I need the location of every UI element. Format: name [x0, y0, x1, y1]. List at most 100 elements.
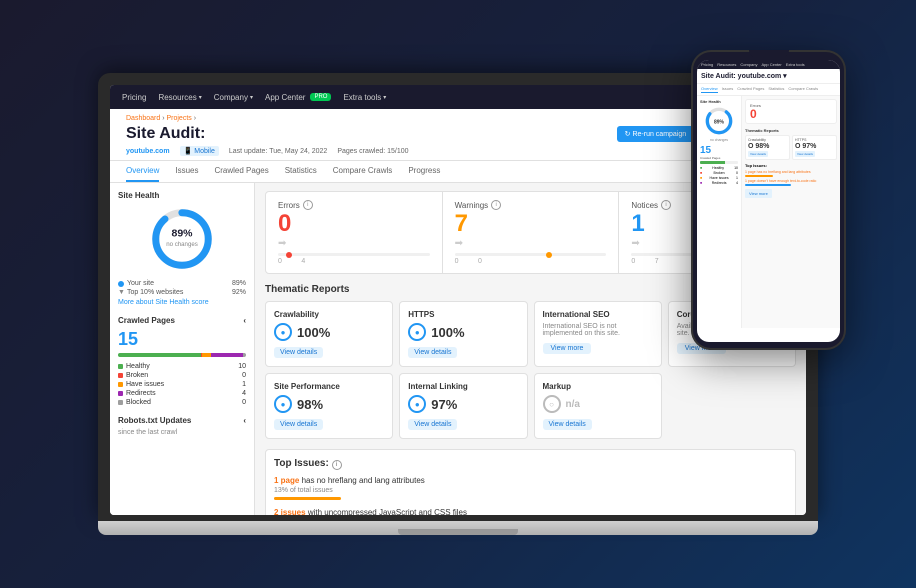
phone-tab-compare[interactable]: Compare Crawls — [788, 86, 818, 93]
crawled-legend: Healthy 10 Broken — [118, 363, 246, 406]
site-url[interactable]: youtube.com — [126, 148, 170, 155]
warnings-label-text: Warnings — [455, 201, 489, 210]
robots-sub: since the last crawl — [118, 429, 246, 436]
tab-statistics[interactable]: Statistics — [285, 161, 317, 182]
crawlability-view-btn[interactable]: View details — [274, 347, 323, 358]
your-site-label: Your site — [127, 280, 154, 287]
phone-view-more-btn[interactable]: View more — [745, 189, 772, 198]
redirects-value: 4 — [242, 390, 246, 397]
nav-pricing-label: Pricing — [122, 93, 146, 102]
phone-crawled-label: Crawled Pages — [700, 156, 738, 160]
tab-crawled-pages[interactable]: Crawled Pages — [214, 161, 268, 182]
phone-view-https[interactable]: View details — [795, 151, 815, 157]
phone-legend-healthy-dot: ■ — [700, 166, 702, 170]
errors-label: Errors i — [278, 200, 430, 210]
phone-tab-overview[interactable]: Overview — [701, 86, 718, 93]
phone-tabs: Overview Issues Crawled Pages Statistics… — [697, 84, 840, 96]
phone-legend-issues: ■ Have issues 1 — [700, 176, 738, 180]
top-issues-label: Top Issues: — [274, 458, 329, 469]
report-https: HTTPS ● 100% View details — [399, 301, 527, 367]
report-https-body: ● 100% — [408, 323, 518, 341]
top-issues-title: Top Issues: i — [274, 458, 787, 470]
crawled-pages-label: Crawled Pages — [118, 316, 175, 325]
phone-device: Pricing Resources Company App Center Ext… — [691, 50, 846, 350]
phone-legend-healthy-label: Healthy — [712, 166, 724, 170]
phone-tab-issues[interactable]: Issues — [722, 86, 734, 93]
phone-legend-redirects: ■ Redirects 4 — [700, 181, 738, 185]
have-issues-square — [118, 382, 123, 387]
warnings-value: 7 — [455, 212, 607, 236]
warnings-arrow: ➡ — [455, 238, 463, 249]
report-linking-body: ● 97% — [408, 395, 518, 413]
mini-bar — [118, 353, 246, 357]
phone-issue-2: 1 page doesn't have enough text-to-code … — [745, 179, 837, 186]
laptop-base — [98, 521, 818, 535]
errors-prev-val: 4 — [301, 258, 305, 265]
site-health-title: Site Health — [118, 191, 246, 200]
phone-tab-stats[interactable]: Statistics — [768, 86, 784, 93]
blocked-square — [118, 400, 123, 405]
notices-prev-label: 0 — [631, 258, 635, 265]
tab-compare-crawls[interactable]: Compare Crawls — [333, 161, 393, 182]
issue-2-link[interactable]: 2 issues — [274, 508, 306, 515]
errors-info-icon[interactable]: i — [303, 200, 313, 210]
have-issues-value: 1 — [242, 381, 246, 388]
nav-appcenter[interactable]: App Center PRO — [265, 93, 331, 102]
warnings-prev-val: 0 — [478, 258, 482, 265]
phone-view-crawlability[interactable]: View details — [748, 151, 768, 157]
robots-label: Robots.txt Updates — [118, 416, 191, 425]
phone-crawled-num: 15 — [700, 145, 738, 156]
nav-company[interactable]: Company ▾ — [214, 93, 253, 102]
https-view-btn[interactable]: View details — [408, 347, 457, 358]
warnings-info-icon[interactable]: i — [491, 200, 501, 210]
crawlability-pct: 100% — [297, 325, 330, 340]
phone-issue-1-bar — [745, 175, 773, 177]
phone-report-crawlability: Crawlability O 98% View details — [745, 135, 790, 160]
nav-extratools[interactable]: Extra tools ▾ — [343, 93, 386, 102]
warnings-dot — [546, 252, 552, 258]
breadcrumb-projects[interactable]: Projects — [166, 115, 191, 122]
intl-seo-view-btn[interactable]: View more — [543, 343, 592, 354]
metric-warnings: Warnings i 7 ➡ — [443, 192, 620, 273]
phone-report-row-1: Crawlability O 98% View details HTTPS O … — [745, 135, 837, 160]
legend-top10: ▼ Top 10% websites 92% — [118, 289, 246, 296]
phone-tab-crawled[interactable]: Crawled Pages — [737, 86, 764, 93]
phone-issue-2-bar — [745, 184, 791, 186]
perf-view-btn[interactable]: View details — [274, 419, 323, 430]
metric-errors: Errors i 0 ➡ — [266, 192, 443, 273]
phone-report-crawlability-pct: O 98% — [748, 143, 787, 150]
tab-progress[interactable]: Progress — [408, 161, 440, 182]
phone-body: Site Health 89% no changes 15 Crawled Pa… — [697, 96, 840, 328]
rerun-campaign-button[interactable]: ↻ Re-run campaign — [617, 126, 695, 142]
issue-2-text: with uncompressed JavaScript and CSS fil… — [308, 508, 467, 515]
phone-nav-appcenter: App Center — [761, 62, 781, 67]
blocked-label: Blocked — [126, 399, 151, 406]
tab-overview[interactable]: Overview — [126, 161, 159, 182]
top-issues-info-icon[interactable]: i — [332, 460, 342, 470]
issue-1-link[interactable]: 1 page — [274, 476, 299, 485]
https-pct: 100% — [431, 325, 464, 340]
nav-extratools-label: Extra tools — [343, 93, 381, 102]
report-intl-seo-desc: International SEO is not implemented on … — [543, 323, 653, 337]
nav-pricing[interactable]: Pricing — [122, 93, 146, 102]
tab-issues[interactable]: Issues — [175, 161, 198, 182]
nav-resources[interactable]: Resources ▾ — [158, 93, 201, 102]
phone-nav-company: Company — [740, 62, 757, 67]
linking-view-btn[interactable]: View details — [408, 419, 457, 430]
healthy-label: Healthy — [126, 363, 150, 370]
robots-chevron: ‹ — [243, 416, 246, 425]
report-crawlability-body: ● 100% — [274, 323, 384, 341]
markup-view-btn[interactable]: View details — [543, 419, 592, 430]
phone-issue-1: 1 page has no hreflang and lang attribut… — [745, 170, 837, 177]
last-update: Last update: Tue, May 24, 2022 — [229, 148, 327, 155]
phone-report-https-title: HTTPS — [795, 138, 834, 142]
phone-legend-issues-dot: ■ — [700, 176, 702, 180]
phone-legend-healthy-val: 10 — [734, 166, 738, 170]
report-linking-title: Internal Linking — [408, 382, 518, 391]
notices-info-icon[interactable]: i — [661, 200, 671, 210]
errors-progress — [278, 253, 430, 256]
phone-main: Errors 0 Thematic Reports Crawlability O… — [742, 96, 840, 328]
breadcrumb-dashboard[interactable]: Dashboard — [126, 115, 160, 122]
more-about-site-health[interactable]: More about Site Health score — [118, 299, 246, 306]
phone-health-sub: no changes — [700, 138, 738, 142]
